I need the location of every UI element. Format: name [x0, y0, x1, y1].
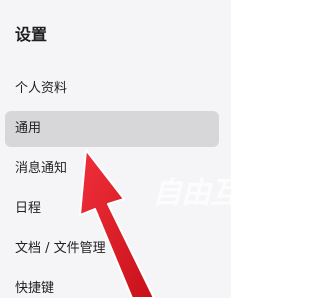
menu-item-general[interactable]: 通用	[5, 111, 219, 147]
menu-item-profile[interactable]: 个人资料	[5, 71, 219, 107]
menu-item-docs-files[interactable]: 文档 / 文件管理	[5, 231, 219, 267]
settings-sidebar: 设置 个人资料 通用 消息通知 日程 文档 / 文件管理 快捷键 自由互联	[0, 0, 231, 298]
settings-title: 设置	[15, 25, 48, 44]
menu-item-shortcuts[interactable]: 快捷键	[5, 271, 219, 298]
watermark-logo: 自由互联	[152, 176, 231, 211]
